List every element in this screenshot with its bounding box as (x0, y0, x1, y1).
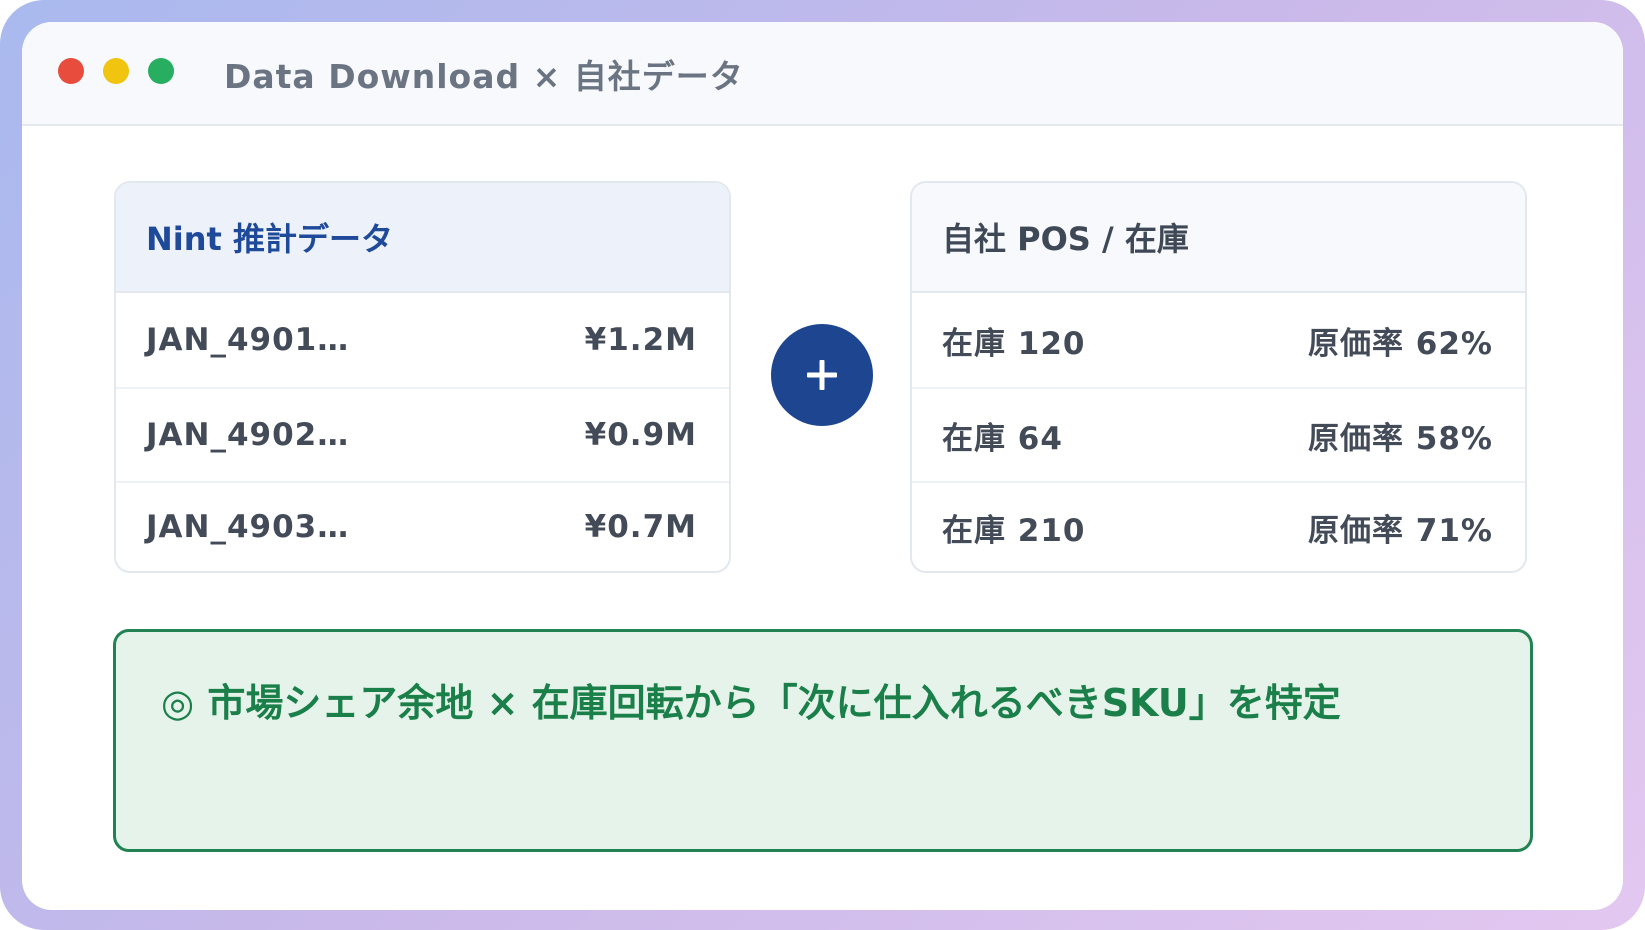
combine-badge (771, 324, 873, 426)
pos-inventory-card: 自社 POS / 在庫 在庫 120 原価率 62% 在庫 64 原価率 58%… (910, 181, 1527, 573)
table-row: 在庫 210 原価率 71% (912, 481, 1525, 571)
nint-estimate-card: Nint 推計データ JAN_4901… ¥1.2M JAN_4902… ¥0.… (114, 181, 731, 573)
cost-rate: 原価率 58% (1308, 420, 1493, 457)
sku-code: JAN_4902… (146, 417, 350, 453)
table-row: JAN_4901… ¥1.2M (116, 293, 729, 387)
pos-card-title: 自社 POS / 在庫 (912, 183, 1525, 293)
insight-banner: ◎ 市場シェア余地 × 在庫回転から「次に仕入れるべきSKU」を特定 (113, 629, 1533, 852)
sku-code: JAN_4903… (146, 509, 350, 545)
insight-text: ◎ 市場シェア余地 × 在庫回転から「次に仕入れるべきSKU」を特定 (161, 681, 1341, 725)
maximize-window-button[interactable] (148, 58, 174, 84)
title-bar: Data Download × 自社データ (22, 22, 1623, 126)
cost-rate: 原価率 62% (1308, 325, 1493, 362)
plus-icon (807, 360, 837, 390)
close-window-button[interactable] (58, 58, 84, 84)
table-row: 在庫 64 原価率 58% (912, 387, 1525, 481)
nint-card-title: Nint 推計データ (116, 183, 729, 293)
sales-value: ¥1.2M (584, 322, 697, 358)
window-title: Data Download × 自社データ (224, 57, 744, 96)
stock-count: 在庫 64 (942, 420, 1063, 457)
stock-count: 在庫 210 (942, 512, 1086, 549)
app-window: Data Download × 自社データ Nint 推計データ JAN_490… (22, 22, 1623, 910)
stock-count: 在庫 120 (942, 325, 1086, 362)
minimize-window-button[interactable] (103, 58, 129, 84)
cost-rate: 原価率 71% (1308, 512, 1493, 549)
sales-value: ¥0.9M (584, 417, 697, 453)
table-row: 在庫 120 原価率 62% (912, 293, 1525, 387)
sales-value: ¥0.7M (584, 509, 697, 545)
table-row: JAN_4902… ¥0.9M (116, 387, 729, 481)
window-frame: Data Download × 自社データ Nint 推計データ JAN_490… (0, 0, 1645, 930)
sku-code: JAN_4901… (146, 322, 350, 358)
table-row: JAN_4903… ¥0.7M (116, 481, 729, 571)
